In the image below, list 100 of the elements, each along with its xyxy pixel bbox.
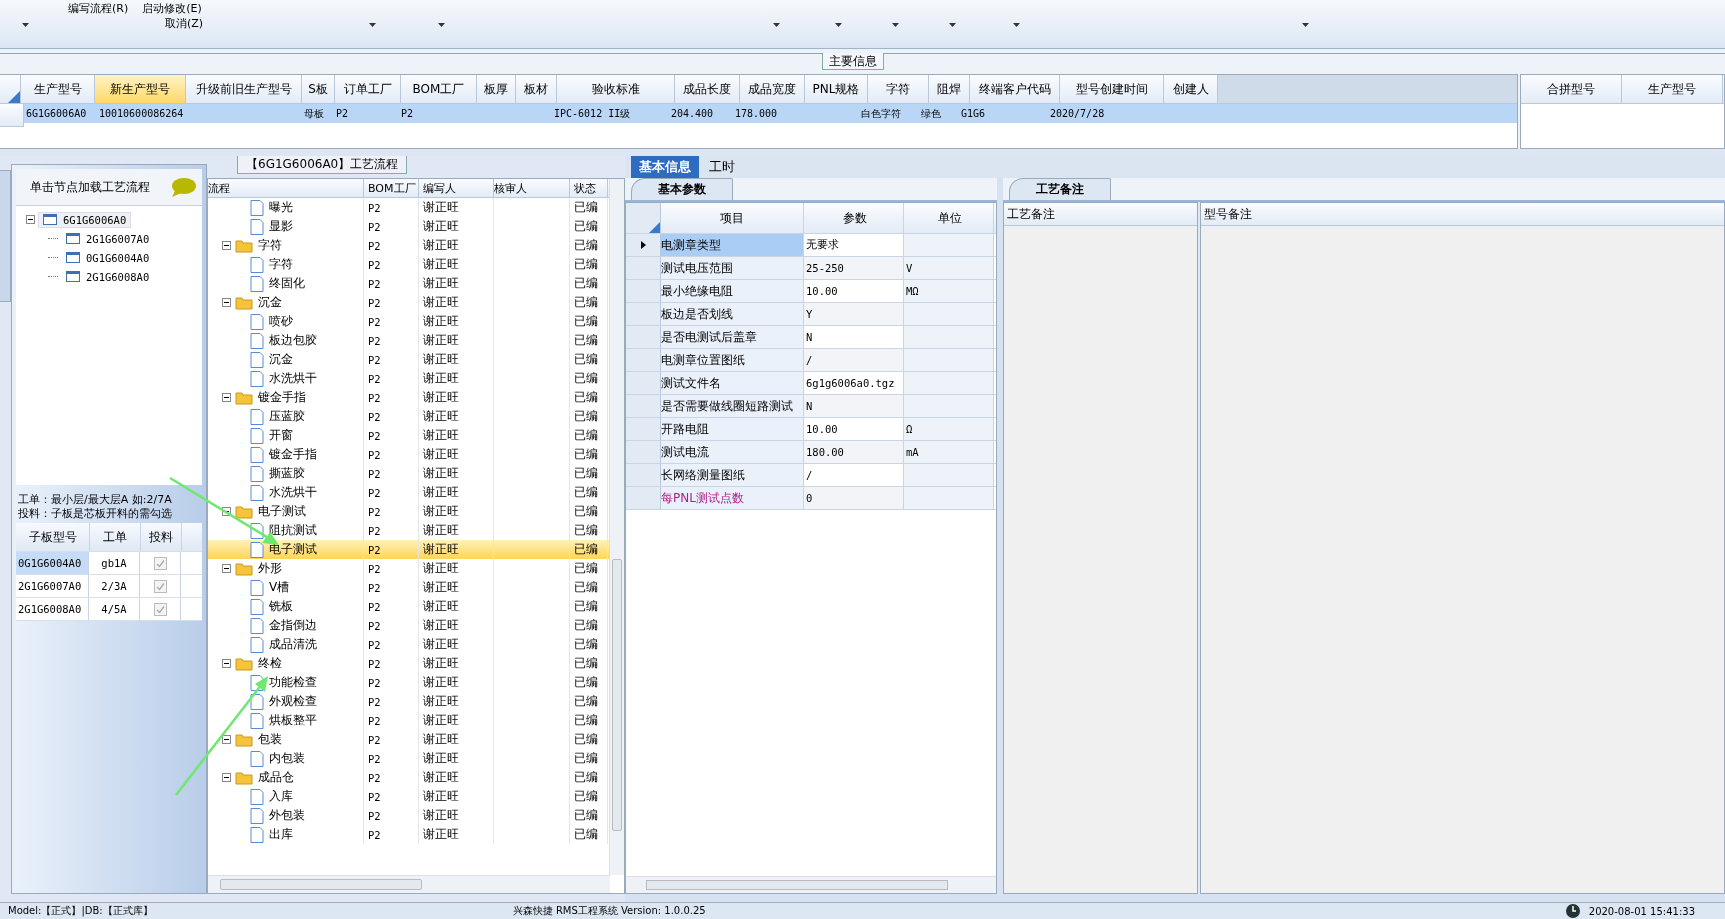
table-cell[interactable]: 180.00 xyxy=(804,441,904,463)
dropdown-caret-icon[interactable] xyxy=(773,23,780,27)
tree-row[interactable]: V槽 P2 谢正旺 已编 xyxy=(208,578,609,597)
column-header[interactable]: 升级前旧生产型号 xyxy=(186,75,302,103)
checkbox[interactable] xyxy=(153,556,167,570)
table-cell[interactable]: / xyxy=(804,349,904,371)
scrollbar[interactable] xyxy=(609,179,624,875)
tree-row[interactable]: 内包装 P2 谢正旺 已编 xyxy=(208,749,609,768)
dropdown-caret-icon[interactable] xyxy=(438,23,445,27)
column-header[interactable]: BOM工厂 xyxy=(364,179,419,197)
menu-item[interactable]: 启动修改(E) xyxy=(142,1,202,15)
tree-row[interactable]: 电子测试 P2 谢正旺 已编 xyxy=(208,502,609,521)
tree-row[interactable]: 字符 P2 谢正旺 已编 xyxy=(208,236,609,255)
collapse-icon[interactable] xyxy=(222,564,231,573)
collapse-icon[interactable] xyxy=(222,735,231,744)
column-header[interactable]: 项目 xyxy=(661,203,804,233)
column-header[interactable]: 字符 xyxy=(868,75,929,103)
dropdown-caret-icon[interactable] xyxy=(22,23,29,27)
column-header[interactable]: 型号创建时间 xyxy=(1060,75,1164,103)
column-header[interactable]: 核审人 xyxy=(494,179,570,197)
column-header[interactable]: 编写人 xyxy=(419,179,494,197)
column-header[interactable]: 投料 xyxy=(141,523,182,551)
tree-row[interactable]: 沉金 P2 谢正旺 已编 xyxy=(208,293,609,312)
tree-row[interactable]: 外观检查 P2 谢正旺 已编 xyxy=(208,692,609,711)
tree-row[interactable]: 出库 P2 谢正旺 已编 xyxy=(208,825,609,844)
column-header[interactable]: 状态 xyxy=(570,179,608,197)
tree-row[interactable]: 字符 P2 谢正旺 已编 xyxy=(208,255,609,274)
dropdown-caret-icon[interactable] xyxy=(369,23,376,27)
column-header[interactable]: 生产型号 xyxy=(1622,75,1723,103)
tree-row[interactable]: 喷砂 P2 谢正旺 已编 xyxy=(208,312,609,331)
dropdown-caret-icon[interactable] xyxy=(1302,23,1309,27)
tree-row[interactable]: 入库 P2 谢正旺 已编 xyxy=(208,787,609,806)
table-cell[interactable]: 0 xyxy=(804,487,904,509)
table-cell[interactable]: 0G1G6004A0 xyxy=(16,552,89,574)
table-cell[interactable]: Y xyxy=(804,303,904,325)
checkbox[interactable] xyxy=(153,602,167,616)
tree-row[interactable]: 电子测试 P2 谢正旺 已编 xyxy=(208,540,609,559)
remark-box[interactable]: 工艺备注 xyxy=(1003,202,1198,894)
column-header[interactable]: 订单工厂 xyxy=(335,75,401,103)
column-header[interactable]: S板 xyxy=(302,75,335,103)
tree-node[interactable]: 2G1G6008A0 xyxy=(62,269,154,284)
table-cell[interactable]: N xyxy=(804,395,904,417)
column-header[interactable]: BOM工厂 xyxy=(401,75,477,103)
dropdown-caret-icon[interactable] xyxy=(1013,23,1020,27)
column-header[interactable]: 终端客户代码 xyxy=(970,75,1060,103)
tree-row[interactable]: 板边包胶 P2 谢正旺 已编 xyxy=(208,331,609,350)
tree-row[interactable]: 沉金 P2 谢正旺 已编 xyxy=(208,350,609,369)
tree-row[interactable]: 撕蓝胶 P2 谢正旺 已编 xyxy=(208,464,609,483)
collapse-icon[interactable] xyxy=(26,215,35,224)
column-header[interactable]: 板材 xyxy=(516,75,557,103)
tree-row[interactable]: 压蓝胶 P2 谢正旺 已编 xyxy=(208,407,609,426)
column-header[interactable]: PNL规格 xyxy=(805,75,868,103)
dropdown-caret-icon[interactable] xyxy=(892,23,899,27)
tree-row[interactable]: 曝光 P2 谢正旺 已编 xyxy=(208,198,609,217)
tree-node[interactable]: 0G1G6004A0 xyxy=(62,250,154,265)
collapse-icon[interactable] xyxy=(222,241,231,250)
tree-row[interactable]: 烘板整平 P2 谢正旺 已编 xyxy=(208,711,609,730)
tree-row[interactable]: 成品清洗 P2 谢正旺 已编 xyxy=(208,635,609,654)
tree-row[interactable]: 开窗 P2 谢正旺 已编 xyxy=(208,426,609,445)
tree-row[interactable]: 外包装 P2 谢正旺 已编 xyxy=(208,806,609,825)
scrollbar[interactable] xyxy=(208,875,610,893)
dropdown-caret-icon[interactable] xyxy=(835,23,842,27)
column-header[interactable]: 流程 xyxy=(208,179,364,197)
tab[interactable]: 基本信息 xyxy=(631,156,699,178)
dropdown-caret-icon[interactable] xyxy=(949,23,956,27)
tree-row[interactable]: 显影 P2 谢正旺 已编 xyxy=(208,217,609,236)
column-header[interactable]: 子板型号 xyxy=(16,523,90,551)
tab[interactable]: 工时 xyxy=(701,156,743,178)
collapse-icon[interactable] xyxy=(222,659,231,668)
table-cell[interactable]: 25-250 xyxy=(804,257,904,279)
menu-item[interactable]: 取消(Z) xyxy=(165,16,204,30)
remark-box[interactable]: 型号备注 xyxy=(1200,202,1725,894)
tree-row[interactable]: 金指倒边 P2 谢正旺 已编 xyxy=(208,616,609,635)
tree-row[interactable]: 成品仓 P2 谢正旺 已编 xyxy=(208,768,609,787)
column-header[interactable]: 成品长度 xyxy=(675,75,740,103)
collapse-icon[interactable] xyxy=(222,773,231,782)
tree-node[interactable]: 6G1G6006A0 xyxy=(38,211,132,228)
column-header[interactable]: 参数 xyxy=(804,203,904,233)
tree-row[interactable]: 镀金手指 P2 谢正旺 已编 xyxy=(208,388,609,407)
column-header[interactable]: 成品宽度 xyxy=(740,75,805,103)
tree-row[interactable]: 水洗烘干 P2 谢正旺 已编 xyxy=(208,369,609,388)
table-cell[interactable]: 2G1G6008A0 xyxy=(16,598,89,620)
column-header[interactable]: 新生产型号 xyxy=(95,75,186,103)
checkbox[interactable] xyxy=(153,579,167,593)
column-header[interactable]: 工单 xyxy=(90,523,141,551)
column-header[interactable]: 单位 xyxy=(904,203,994,233)
scrollbar[interactable] xyxy=(626,876,996,893)
tree-row[interactable]: 终固化 P2 谢正旺 已编 xyxy=(208,274,609,293)
row-header[interactable] xyxy=(626,234,661,256)
tree-row[interactable]: 镀金手指 P2 谢正旺 已编 xyxy=(208,445,609,464)
tab[interactable]: 基本参数 xyxy=(631,178,733,200)
column-header[interactable]: 合拼型号 xyxy=(1521,75,1622,103)
menu-item[interactable]: 编写流程(R) xyxy=(68,1,129,15)
tree-row[interactable]: 铣板 P2 谢正旺 已编 xyxy=(208,597,609,616)
tree-row[interactable]: 水洗烘干 P2 谢正旺 已编 xyxy=(208,483,609,502)
tree-node[interactable]: 2G1G6007A0 xyxy=(62,231,154,246)
tab[interactable]: 工艺备注 xyxy=(1009,178,1111,200)
column-header[interactable]: 板厚 xyxy=(477,75,516,103)
collapse-icon[interactable] xyxy=(222,393,231,402)
tree-row[interactable]: 包装 P2 谢正旺 已编 xyxy=(208,730,609,749)
